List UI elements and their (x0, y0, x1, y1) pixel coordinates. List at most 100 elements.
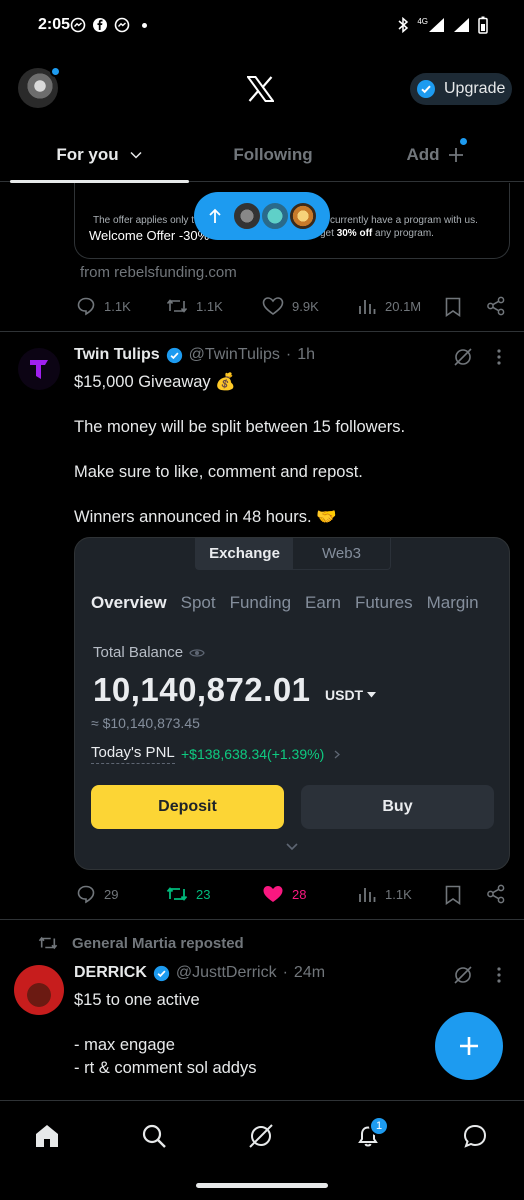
separator-dot: · (282, 964, 288, 981)
reply-count: 1.1K (104, 298, 131, 314)
caret-down-icon (367, 692, 377, 698)
nav-overview: Overview (91, 593, 167, 612)
network-type: 4G (417, 16, 428, 26)
chevron-right-icon (334, 750, 341, 758)
tweet-text-line: - max engage (74, 1036, 175, 1054)
search-icon[interactable] (141, 1123, 167, 1149)
eye-icon (189, 648, 205, 657)
tweet-text-line: Winners announced in 48 hours. 🤝 (74, 508, 337, 526)
nav-margin: Margin (426, 593, 479, 612)
tweet-text-line: Make sure to like, comment and repost. (74, 463, 363, 481)
nav-futures: Futures (354, 593, 413, 612)
author-handle[interactable]: @JusttDerrick (176, 964, 277, 982)
author-name[interactable]: Twin Tulips (74, 346, 160, 364)
author-handle[interactable]: @TwinTulips (189, 346, 280, 364)
tweet-time: 1h (297, 346, 315, 363)
grok-icon[interactable] (453, 347, 473, 367)
tweet-header: Twin Tulips @TwinTulips · 1h (74, 346, 315, 364)
reply-button[interactable]: 29 (76, 884, 118, 904)
x-logo-icon (247, 76, 274, 102)
like-button[interactable]: 28 (262, 884, 306, 904)
author-name[interactable]: DERRICK (74, 964, 147, 982)
views-button[interactable]: 20.1M (357, 296, 421, 316)
offer-fineprint-right: currently have a program with us. (330, 215, 478, 226)
views-icon (359, 888, 376, 902)
reply-button[interactable]: 1.1K (76, 296, 131, 316)
welcome-offer: Welcome Offer -30% (89, 228, 210, 243)
repost-icon (38, 936, 58, 950)
tab-for-you[interactable]: For you (10, 128, 189, 182)
exchange-nav: Overview Spot Funding Earn Futures Margi… (91, 593, 493, 613)
battery-icon (478, 16, 488, 34)
offer-terms: get 30% off any program. (320, 228, 434, 239)
currency-selector: USDT (325, 687, 377, 703)
reposted-by[interactable]: General Martia reposted (38, 934, 244, 952)
tweet-header: DERRICK @JusttDerrick · 24m (74, 964, 325, 982)
timeline-tabs: For you Following Add (0, 128, 524, 182)
grok-icon[interactable] (248, 1123, 274, 1149)
reply-icon (77, 297, 95, 316)
notification-count-badge: 1 (369, 1116, 389, 1136)
seg-web3: Web3 (322, 545, 361, 562)
messages-icon[interactable] (462, 1123, 488, 1149)
deposit-button: Deposit (91, 785, 284, 829)
repost-button[interactable]: 23 (166, 884, 210, 904)
tab-add[interactable]: Add (380, 128, 490, 182)
bookmark-icon[interactable] (444, 885, 462, 905)
compose-post-button[interactable] (435, 1012, 503, 1080)
buy-button: Buy (301, 785, 494, 829)
upgrade-button[interactable]: Upgrade (410, 73, 512, 105)
exchange-web3-toggle: Exchange Web3 (195, 538, 391, 570)
grok-icon[interactable] (453, 965, 473, 985)
repost-icon (166, 887, 188, 901)
nav-spot: Spot (180, 593, 216, 612)
total-balance-label: Total Balance (93, 644, 205, 661)
source-link[interactable]: from rebelsfunding.com (80, 264, 237, 281)
tab-label: For you (56, 145, 119, 164)
notification-icons (70, 17, 147, 33)
divider (0, 331, 524, 332)
tab-following[interactable]: Following (189, 128, 357, 182)
signal-icon-2 (454, 18, 469, 32)
pnl-value: +$138,638.34(+1.39%) (181, 746, 341, 762)
upgrade-label: Upgrade (444, 80, 506, 97)
tweet-text-line: The money will be split between 15 follo… (74, 418, 406, 436)
home-indicator[interactable] (196, 1183, 328, 1188)
home-icon[interactable] (34, 1123, 60, 1149)
chevron-down-icon (286, 843, 298, 851)
heart-icon (262, 297, 284, 315)
reply-count: 29 (104, 886, 119, 902)
more-options-icon[interactable] (496, 348, 502, 366)
system-icons: 4G (397, 16, 488, 34)
nav-earn: Earn (305, 593, 341, 612)
share-icon[interactable] (486, 296, 506, 316)
reply-icon (77, 885, 95, 904)
nav-funding: Funding (229, 593, 292, 612)
share-icon[interactable] (486, 884, 506, 904)
more-options-icon[interactable] (496, 966, 502, 984)
plus-icon (460, 1037, 478, 1055)
views-button[interactable]: 1.1K (357, 884, 412, 904)
offer-discount: 30% off (336, 228, 373, 239)
tab-label: Add (406, 145, 440, 164)
pill-avatar-2 (260, 201, 290, 231)
verified-badge-icon (153, 965, 170, 981)
repost-count: 1.1K (196, 298, 223, 314)
avatar-notification-dot (50, 66, 61, 77)
derrick-avatar[interactable] (14, 965, 64, 1015)
tweet-media-image[interactable]: Exchange Web3 Overview Spot Funding Earn… (74, 537, 510, 870)
like-button[interactable]: 9.9K (262, 296, 319, 316)
bluetooth-icon (398, 17, 409, 33)
views-icon (359, 300, 376, 314)
twintulips-avatar[interactable] (18, 348, 60, 390)
tweet-text-line: $15 to one active (74, 991, 200, 1009)
tab-label: Following (233, 145, 313, 164)
pill-avatar-3 (288, 201, 318, 231)
view-count: 20.1M (385, 298, 422, 314)
tweet-text-line: $15,000 Giveaway 💰 (74, 373, 236, 391)
pnl-amount: +$138,638.34(+1.39%) (181, 746, 325, 762)
new-posts-button[interactable] (194, 192, 330, 240)
bookmark-icon[interactable] (444, 297, 462, 317)
repost-button[interactable]: 1.1K (166, 296, 223, 316)
like-count: 28 (292, 886, 307, 902)
